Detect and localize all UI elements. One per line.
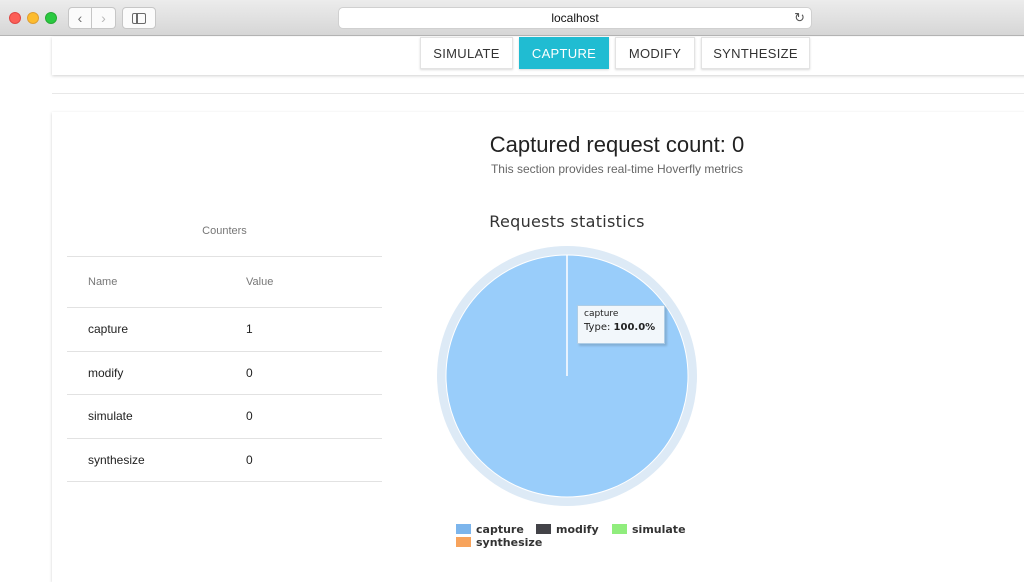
- table-row: capture 1: [67, 307, 382, 351]
- legend-item-simulate[interactable]: simulate: [612, 522, 686, 536]
- counter-value: 0: [246, 437, 382, 482]
- counter-value: 1: [246, 307, 382, 351]
- address-bar[interactable]: localhost ↻: [338, 7, 812, 29]
- page-content: SIMULATE CAPTURE MODIFY SYNTHESIZE Captu…: [0, 37, 1024, 582]
- back-button[interactable]: ‹: [68, 7, 92, 29]
- table-row: modify 0: [67, 350, 382, 395]
- tooltip-value-line: Type: 100.0%: [584, 322, 658, 333]
- legend-swatch: [456, 537, 471, 547]
- tab-synthesize[interactable]: SYNTHESIZE: [701, 37, 810, 69]
- legend-item-synthesize[interactable]: synthesize: [456, 535, 543, 549]
- divider: [52, 93, 1024, 94]
- legend-item-capture[interactable]: capture: [456, 522, 524, 536]
- legend-label: modify: [556, 522, 599, 536]
- minimize-window-button[interactable]: [27, 12, 39, 24]
- tooltip-label: Type:: [584, 322, 611, 333]
- chevron-left-icon: ‹: [77, 10, 83, 26]
- tab-simulate[interactable]: SIMULATE: [420, 37, 513, 69]
- chevron-right-icon: ›: [101, 10, 106, 26]
- counter-name: synthesize: [67, 437, 246, 482]
- legend-label: simulate: [632, 522, 686, 536]
- counters-table: Name Value capture 1 modify 0 simulate 0: [67, 256, 382, 482]
- nav-card: SIMULATE CAPTURE MODIFY SYNTHESIZE: [52, 37, 1024, 75]
- close-window-button[interactable]: [9, 12, 21, 24]
- tab-capture[interactable]: CAPTURE: [519, 37, 609, 69]
- legend-swatch: [612, 524, 627, 534]
- table-row: simulate 0: [67, 394, 382, 438]
- metrics-card: Captured request count: 0 This section p…: [52, 112, 1024, 582]
- chart-title: Requests statistics: [489, 212, 645, 231]
- tab-modify[interactable]: MODIFY: [615, 37, 695, 69]
- counter-name: simulate: [67, 394, 246, 438]
- legend-label: capture: [476, 522, 524, 536]
- mode-tabs: SIMULATE CAPTURE MODIFY SYNTHESIZE: [420, 37, 810, 69]
- reload-icon[interactable]: ↻: [794, 10, 805, 26]
- counters-caption: Counters: [202, 225, 247, 237]
- legend-swatch: [456, 524, 471, 534]
- page-subtitle: This section provides real-time Hoverfly…: [490, 162, 744, 176]
- sidebar-icon: [132, 12, 146, 24]
- zoom-window-button[interactable]: [45, 12, 57, 24]
- table-row: synthesize 0: [67, 437, 382, 482]
- requests-pie-chart: [437, 246, 697, 506]
- legend-label: synthesize: [476, 535, 543, 549]
- tooltip-series: capture: [584, 309, 619, 319]
- legend-item-modify[interactable]: modify: [536, 522, 599, 536]
- page-title: Captured request count: 0: [489, 132, 745, 157]
- tooltip-value: 100.0%: [613, 322, 656, 333]
- counter-name: capture: [67, 307, 246, 351]
- sidebar-toggle-button[interactable]: [122, 7, 156, 29]
- counter-value: 0: [246, 394, 382, 438]
- counter-name: modify: [67, 350, 246, 395]
- legend-swatch: [536, 524, 551, 534]
- chart-tooltip: capture Type: 100.0%: [577, 305, 665, 344]
- counter-value: 0: [246, 350, 382, 395]
- column-header-value: Value: [246, 256, 382, 308]
- column-header-name: Name: [67, 256, 246, 308]
- table-header-row: Name Value: [67, 256, 382, 308]
- forward-button[interactable]: ›: [92, 7, 116, 29]
- url-text: localhost: [551, 11, 599, 25]
- browser-toolbar: ‹ › localhost ↻: [0, 0, 1024, 36]
